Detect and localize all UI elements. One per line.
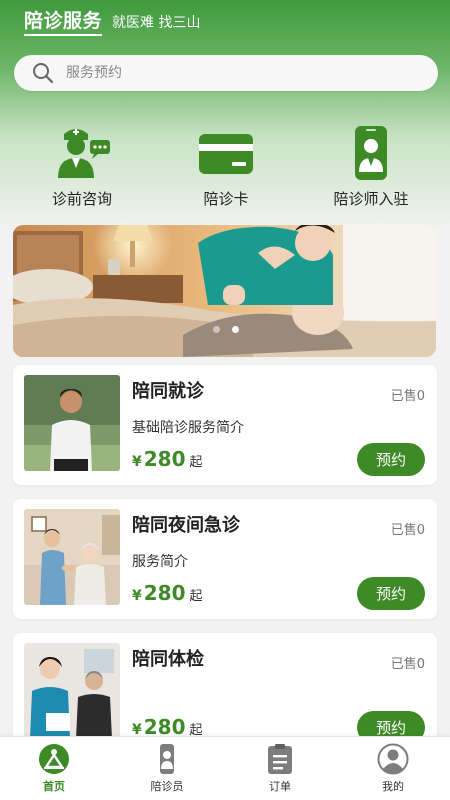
service-thumbnail (24, 643, 120, 739)
tab-label: 陪诊员 (150, 780, 184, 793)
page-title: 陪诊服务 (24, 6, 103, 36)
promo-banner[interactable] (13, 225, 436, 357)
service-card-night-emergency[interactable]: 陪同夜间急诊 已售0 服务简介 ¥ 280 起 预约 (13, 499, 437, 619)
card-icon (199, 134, 253, 174)
service-description: 服务简介 (132, 554, 188, 570)
service-title: 陪同体检 (132, 649, 204, 670)
tab-home[interactable]: 首页 (14, 743, 94, 794)
service-title: 陪同夜间急诊 (132, 515, 240, 536)
service-thumbnail (24, 509, 120, 605)
home-icon (39, 744, 69, 774)
tab-profile[interactable]: 我的 (353, 743, 433, 794)
quick-entry-label: 陪诊卡 (203, 190, 249, 208)
price-currency: ¥ (132, 454, 142, 470)
service-price: ¥ 280 起 (132, 447, 203, 471)
sold-count: 已售0 (390, 523, 425, 538)
bottom-tab-bar: 首页 陪诊员 订单 我的 (0, 736, 450, 800)
banner-indicator (213, 326, 239, 333)
escort-icon (160, 744, 174, 774)
search-input[interactable] (66, 65, 386, 81)
tab-label: 我的 (382, 780, 404, 793)
tab-orders[interactable]: 订单 (240, 743, 320, 794)
service-title: 陪同就诊 (132, 381, 204, 402)
service-card-physical-exam[interactable]: 陪同体检 已售0 ¥ 280 起 预约 (13, 633, 437, 753)
quick-entry-consult[interactable]: 诊前咨询 (12, 126, 152, 209)
price-unit: 起 (189, 455, 203, 470)
search-icon (33, 63, 54, 84)
book-button[interactable]: 预约 (357, 577, 425, 610)
service-card-accompany[interactable]: 陪同就诊 已售0 基础陪诊服务简介 ¥ 280 起 预约 (13, 365, 437, 485)
banner-image (13, 225, 436, 357)
quick-entries: 诊前咨询 陪诊卡 陪诊师入驻 (0, 126, 450, 216)
banner-dot-active[interactable] (232, 326, 239, 333)
tab-label: 首页 (43, 780, 65, 793)
book-button[interactable]: 预约 (357, 443, 425, 476)
tab-label: 订单 (269, 780, 291, 793)
quick-entry-card[interactable]: 陪诊卡 (156, 126, 296, 209)
banner-dot[interactable] (213, 326, 220, 333)
price-unit: 起 (189, 589, 203, 604)
order-icon (268, 744, 292, 774)
service-description: 基础陪诊服务简介 (132, 420, 244, 436)
service-thumbnail (24, 375, 120, 471)
app-header: 陪诊服务 就医难 找三山 (24, 6, 201, 36)
doctor-consult-icon (58, 129, 110, 178)
escort-staff-icon (355, 126, 387, 180)
brand-slogan: 就医难 找三山 (112, 15, 201, 31)
search-bar[interactable] (14, 55, 438, 91)
price-value: 280 (143, 581, 186, 605)
price-currency: ¥ (132, 588, 142, 604)
quick-entry-label: 诊前咨询 (51, 190, 112, 208)
service-price: ¥ 280 起 (132, 581, 203, 605)
quick-entry-label: 陪诊师入驻 (333, 190, 409, 208)
sold-count: 已售0 (390, 657, 425, 672)
profile-icon (377, 743, 409, 775)
quick-entry-escort-join[interactable]: 陪诊师入驻 (301, 126, 441, 209)
price-value: 280 (143, 447, 186, 471)
tab-escort[interactable]: 陪诊员 (127, 743, 207, 794)
sold-count: 已售0 (390, 389, 425, 404)
